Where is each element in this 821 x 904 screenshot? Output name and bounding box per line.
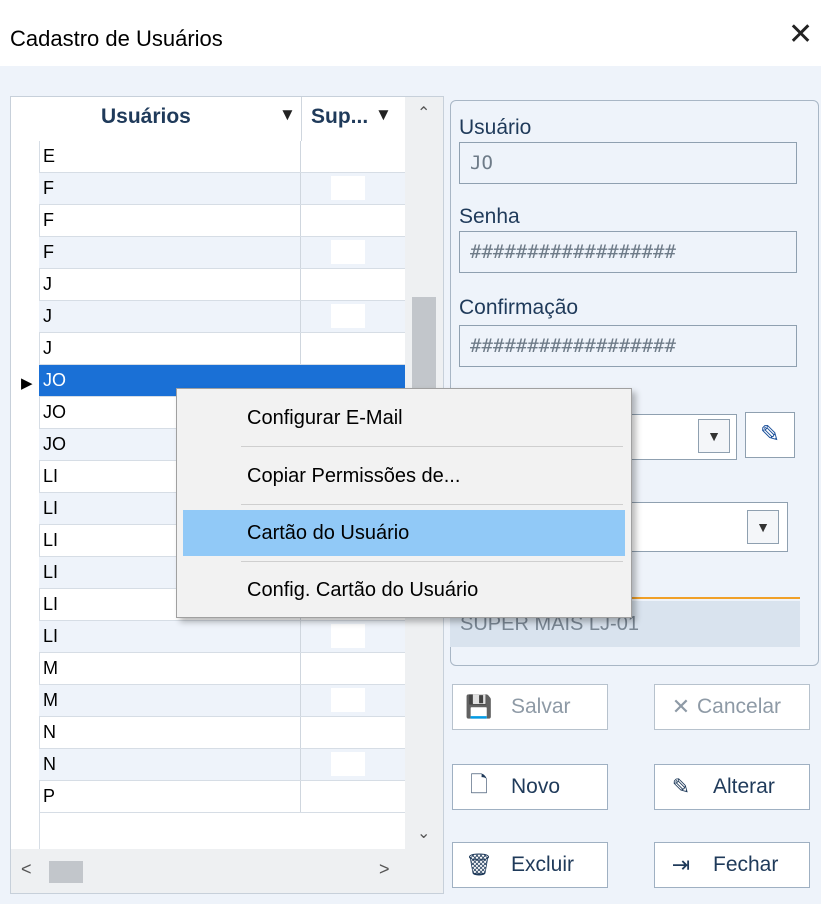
new-button-label: Novo [511,775,561,798]
user-cell: LI [39,621,301,652]
table-row[interactable]: N [39,749,405,781]
column-header-users-label: Usuários [101,105,191,128]
close-button-label: Fechar [713,853,779,876]
pencil-icon: ✎ [759,421,781,448]
row-indicator-column: ▶ [11,97,40,849]
user-cell: J [39,301,301,332]
window-title: Cadastro de Usuários [10,26,223,51]
sup-cell [301,173,405,204]
pencil-icon: ✎ [671,774,691,799]
menu-separator [241,504,623,505]
sup-cell [301,781,405,812]
new-button[interactable]: 🗋 Novo [452,764,608,810]
current-row-pointer-icon: ▶ [21,375,33,392]
scroll-up-icon[interactable]: ⌃ [417,103,430,123]
user-cell: M [39,653,301,684]
menu-separator [241,446,623,447]
sup-cell [301,653,405,684]
scroll-down-icon[interactable]: ⌄ [417,823,430,843]
table-row[interactable]: M [39,653,405,685]
save-button-label: Salvar [511,695,571,718]
table-row[interactable]: E [39,141,405,173]
table-row[interactable]: J [39,301,405,333]
user-cell: F [39,205,301,236]
user-cell: N [39,717,301,748]
table-row[interactable]: J [39,333,405,365]
scroll-left-icon[interactable]: < [21,859,32,880]
sup-cell [301,685,405,716]
close-button[interactable]: ⇥ Fechar [654,842,810,888]
column-header-sup-label: Sup... [311,105,369,128]
confirmacao-field[interactable]: ################## [459,325,797,367]
filter-dropdown-icon[interactable]: ▼ [375,105,392,125]
new-document-icon: 🗋 [470,772,488,797]
menu-item-copiar-permissoes[interactable]: Copiar Permissões de... [183,453,625,499]
table-row[interactable]: P [39,781,405,813]
delete-button-label: Excluir [511,853,575,876]
context-menu: Configurar E-Mail Copiar Permissões de..… [176,388,632,618]
table-row[interactable]: J [39,269,405,301]
scroll-right-icon[interactable]: > [379,859,390,880]
usuario-field[interactable]: JO [459,142,797,184]
grid-header: Usuários ▼ Sup... ▼ [39,97,405,141]
user-cell: F [39,237,301,268]
close-icon[interactable]: ✕ [788,20,813,50]
user-cell: J [39,269,301,300]
delete-button[interactable]: 🗑 Excluir [452,842,608,888]
trash-icon: 🗑 [465,852,493,877]
user-cell: E [39,141,301,172]
table-row[interactable]: F [39,237,405,269]
sup-cell [301,237,405,268]
menu-item-config-cartao-usuario[interactable]: Config. Cartão do Usuário [183,567,625,613]
menu-item-configurar-email[interactable]: Configurar E-Mail [183,395,625,441]
table-row[interactable]: F [39,173,405,205]
edit-button[interactable]: ✎ Alterar [654,764,810,810]
save-button[interactable]: 💾 Salvar [452,684,608,730]
table-row[interactable]: N [39,717,405,749]
menu-item-cartao-usuario[interactable]: Cartão do Usuário [183,510,625,556]
chevron-down-icon[interactable]: ▼ [747,510,779,544]
filter-dropdown-icon[interactable]: ▼ [279,105,296,125]
table-row[interactable]: M [39,685,405,717]
user-cell: P [39,781,301,812]
chevron-down-icon[interactable]: ▼ [698,419,730,453]
confirmacao-label: Confirmação [459,296,579,319]
user-cell: F [39,173,301,204]
cancel-button-label: Cancelar [697,695,782,718]
column-header-users[interactable]: Usuários ▼ [39,97,302,141]
edit-profile-button[interactable]: ✎ [745,412,795,458]
sup-cell [301,749,405,780]
edit-button-label: Alterar [713,775,775,798]
sup-cell [301,269,405,300]
senha-label: Senha [459,205,520,228]
horizontal-scrollbar[interactable]: < > [11,849,443,893]
accent-divider [610,597,800,599]
sup-cell [301,333,405,364]
exit-door-icon: ⇥ [671,852,691,877]
user-cell: J [39,333,301,364]
x-icon: ✕ [671,694,691,719]
sup-cell [301,717,405,748]
title-bar: Cadastro de Usuários ✕ [0,0,821,66]
senha-field[interactable]: ################## [459,231,797,273]
sup-cell [301,301,405,332]
sup-cell [301,621,405,652]
sup-cell [301,205,405,236]
table-row[interactable]: F [39,205,405,237]
usuario-label: Usuário [459,116,532,139]
user-cell: N [39,749,301,780]
sup-cell [301,141,405,172]
column-header-sup[interactable]: Sup... ▼ [301,97,405,141]
cancel-button[interactable]: ✕ Cancelar [654,684,810,730]
floppy-disk-icon: 💾 [465,694,493,719]
menu-separator [241,561,623,562]
horizontal-scroll-thumb[interactable] [49,861,83,883]
table-row[interactable]: LI [39,621,405,653]
user-cell: M [39,685,301,716]
